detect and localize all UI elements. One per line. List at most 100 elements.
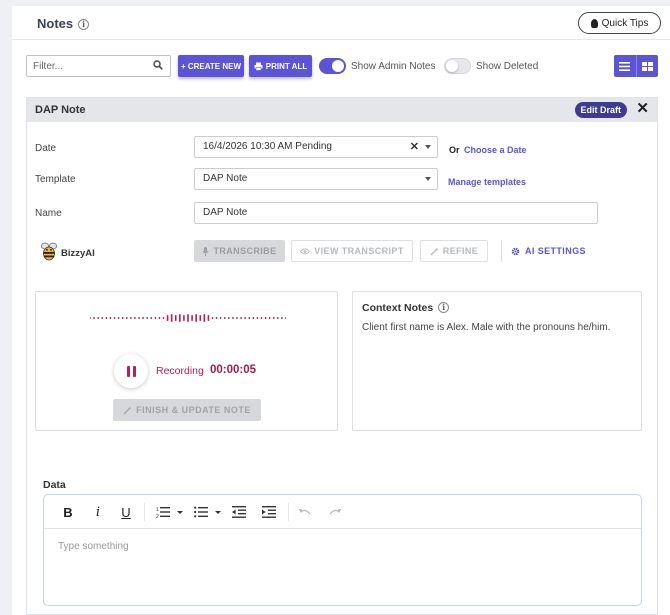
waveform-bar	[166, 315, 169, 321]
waveform-bar	[142, 317, 144, 319]
info-icon[interactable]: i	[438, 302, 450, 313]
template-select[interactable]: DAP Note	[194, 168, 438, 190]
waveform-bar	[215, 317, 218, 319]
bold-button[interactable]: B	[62, 504, 74, 520]
waveform-bar	[203, 314, 206, 322]
edit-draft-badge[interactable]: Edit Draft	[574, 102, 627, 118]
waveform-bar	[170, 314, 173, 322]
printer-icon	[254, 62, 263, 71]
editor-toolbar: B i U 12	[44, 495, 641, 529]
waveform-bar	[252, 317, 255, 319]
quick-tips-button[interactable]: Quick Tips	[578, 12, 661, 34]
transcribe-button[interactable]: TRANSCRIBE	[194, 240, 285, 262]
note-title: DAP Note	[35, 104, 86, 116]
redo-button[interactable]	[327, 504, 343, 520]
numbered-list-button[interactable]: 12	[155, 504, 185, 520]
divider	[501, 240, 502, 262]
grid-view-button[interactable]	[635, 55, 659, 77]
lightbulb-icon	[590, 18, 598, 28]
pause-icon	[126, 365, 130, 377]
view-transcript-button[interactable]: VIEW TRANSCRIPT	[291, 240, 413, 262]
data-editor: B i U 12 Type something	[43, 494, 642, 606]
waveform-bar	[183, 315, 185, 321]
waveform-bar	[146, 317, 148, 319]
date-select[interactable]: 16/4/2026 10:30 AM Pending ✕	[194, 136, 438, 158]
recording-panel: Recording 00:00:05 FINISH & UPDATE NOTE	[35, 291, 338, 431]
undo-button[interactable]	[297, 504, 313, 520]
name-input[interactable]: DAP Note	[194, 202, 598, 224]
waveform-bar	[272, 317, 275, 319]
waveform-bar	[219, 317, 222, 319]
bee-icon	[41, 242, 57, 261]
magic-wand-icon	[430, 247, 439, 255]
show-deleted-toggle[interactable]	[444, 58, 471, 74]
waveform-bar	[179, 314, 181, 322]
show-deleted-label: Show Deleted	[476, 61, 539, 72]
list-icon	[619, 61, 631, 71]
pause-button[interactable]	[114, 354, 148, 388]
svg-text:2: 2	[156, 514, 159, 518]
context-notes-title: Context Notes i	[362, 302, 450, 314]
show-admin-notes-label: Show Admin Notes	[351, 61, 436, 72]
waveform-bar	[260, 317, 263, 319]
underline-button[interactable]: U	[120, 504, 132, 520]
context-notes-panel: Context Notes i Client first name is Alex…	[352, 291, 642, 431]
waveform-bar	[207, 315, 210, 321]
ai-settings-button[interactable]: AI SETTINGS	[511, 240, 586, 262]
waveform-bar	[281, 317, 283, 319]
chevron-down-icon[interactable]	[425, 177, 431, 181]
waveform-bar	[232, 317, 234, 319]
recording-timer: 00:00:05	[210, 364, 257, 376]
waveform-bar	[90, 317, 91, 319]
waveform-bar	[248, 317, 251, 319]
filter-input[interactable]	[26, 55, 171, 77]
waveform-bar	[191, 315, 193, 321]
waveform-bar	[134, 317, 136, 319]
clear-icon[interactable]: ✕	[410, 137, 419, 157]
waveform-bar	[195, 314, 197, 322]
search-icon[interactable]	[153, 60, 163, 70]
recording-status: Recording	[156, 365, 204, 377]
bullet-list-button[interactable]	[193, 504, 223, 520]
choose-date-link[interactable]: Choose a Date	[464, 145, 527, 155]
waveform-bar	[236, 317, 238, 319]
waveform-bar	[117, 317, 120, 319]
close-icon[interactable]: ✕	[636, 101, 649, 117]
italic-button[interactable]: i	[92, 504, 104, 520]
waveform-bar	[240, 317, 242, 319]
page-header: Notes i Quick Tips	[12, 6, 670, 40]
microphone-icon	[202, 246, 210, 256]
outdent-button[interactable]	[231, 504, 247, 520]
date-label: Date	[35, 143, 57, 154]
undo-icon	[299, 509, 311, 515]
manage-templates-link[interactable]: Manage templates	[448, 177, 526, 187]
waveform-bar	[211, 317, 214, 319]
waveform-bar	[101, 317, 104, 319]
waveform-bar	[264, 317, 267, 319]
create-new-button[interactable]: + CREATE NEW	[178, 55, 244, 77]
context-notes-text: Client first name is Alex. Male with the…	[362, 322, 611, 333]
redo-icon	[329, 509, 341, 515]
card-header: DAP Note Edit Draft ✕	[27, 98, 657, 122]
print-all-button[interactable]: PRINT ALL	[249, 55, 312, 77]
waveform-bar	[113, 317, 116, 319]
list-view-button[interactable]	[614, 55, 636, 77]
grid-icon	[641, 61, 653, 71]
show-admin-notes-toggle[interactable]	[319, 58, 346, 74]
toggle-knob	[446, 60, 458, 72]
magic-wand-icon	[123, 406, 132, 414]
info-icon[interactable]: i	[78, 19, 90, 30]
waveform-bar	[187, 314, 189, 322]
outdent-icon	[232, 506, 246, 518]
waveform-bar	[256, 317, 259, 319]
finish-update-note-button[interactable]: FINISH & UPDATE NOTE	[113, 399, 261, 421]
indent-button[interactable]	[261, 504, 277, 520]
refine-button[interactable]: REFINE	[420, 240, 488, 262]
waveform-bar	[162, 317, 165, 319]
bullet-list-icon	[194, 506, 221, 518]
page-title: Notes i	[37, 16, 90, 31]
chevron-down-icon[interactable]	[425, 145, 431, 149]
editor-placeholder[interactable]: Type something	[58, 541, 129, 552]
waveform-bar	[277, 317, 279, 319]
waveform-bar	[244, 317, 246, 319]
